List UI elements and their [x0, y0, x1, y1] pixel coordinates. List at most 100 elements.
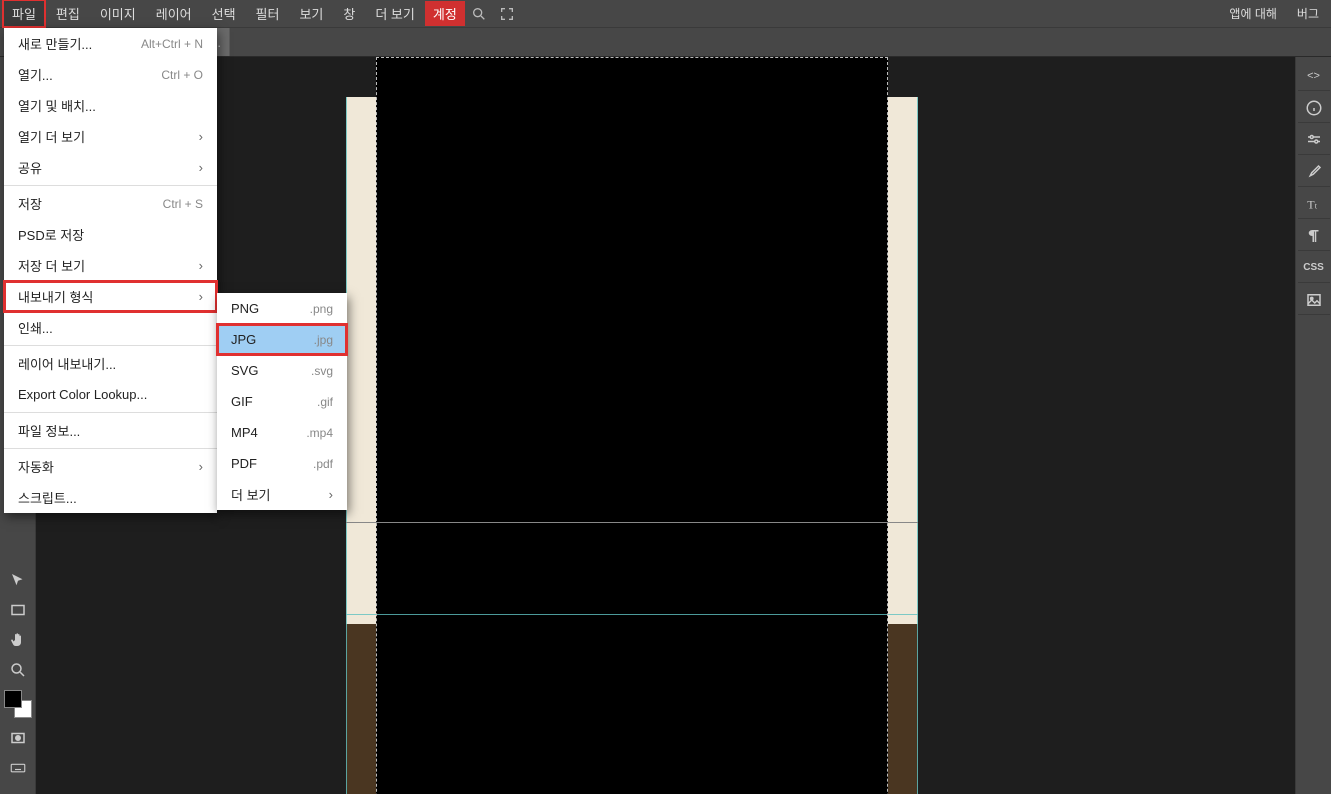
menu-item-save-more[interactable]: 저장 더 보기 › — [4, 250, 217, 281]
menu-item-label: 열기 더 보기 — [18, 127, 85, 146]
hand-tool-icon[interactable] — [2, 626, 34, 654]
zoom-tool-icon[interactable] — [2, 656, 34, 684]
menu-item-file-info[interactable]: 파일 정보... — [4, 415, 217, 446]
type-icon[interactable]: Tt — [1298, 189, 1330, 219]
menu-separator — [4, 345, 217, 346]
sliders-icon[interactable] — [1298, 125, 1330, 155]
menu-separator — [4, 185, 217, 186]
menu-item-label: GIF — [231, 394, 253, 409]
menu-view[interactable]: 보기 — [289, 0, 333, 28]
menu-item-share[interactable]: 공유 › — [4, 152, 217, 183]
menu-separator — [4, 448, 217, 449]
color-swatch[interactable] — [4, 690, 32, 718]
menu-item-label: MP4 — [231, 425, 258, 440]
menu-item-label: PNG — [231, 301, 259, 316]
menu-item-save-psd[interactable]: PSD로 저장 — [4, 219, 217, 250]
menu-separator — [4, 412, 217, 413]
canvas-layer-black — [376, 57, 888, 794]
menu-item-new[interactable]: 새로 만들기... Alt+Ctrl + N — [4, 28, 217, 59]
menu-item-label: 새로 만들기... — [18, 34, 92, 53]
menu-item-label: 인쇄... — [18, 318, 53, 337]
menu-item-ext: .mp4 — [306, 426, 333, 440]
export-png[interactable]: PNG .png — [217, 293, 347, 324]
menubar: 파일 편집 이미지 레이어 선택 필터 보기 창 더 보기 계정 앱에 대해 버… — [0, 0, 1331, 28]
guide-horizontal[interactable] — [346, 614, 918, 615]
menu-item-label: Export Color Lookup... — [18, 387, 147, 402]
quickmask-icon[interactable] — [2, 724, 34, 752]
menu-item-print[interactable]: 인쇄... — [4, 312, 217, 343]
paragraph-icon[interactable] — [1298, 221, 1330, 251]
menu-image[interactable]: 이미지 — [90, 0, 146, 28]
menu-item-open-place[interactable]: 열기 및 배치... — [4, 90, 217, 121]
brush-icon[interactable] — [1298, 157, 1330, 187]
menu-item-ext: .png — [310, 302, 333, 316]
menu-item-automate[interactable]: 자동화 › — [4, 451, 217, 482]
menu-edit[interactable]: 편집 — [46, 0, 90, 28]
export-jpg[interactable]: JPG .jpg — [217, 324, 347, 355]
export-pdf[interactable]: PDF .pdf — [217, 448, 347, 479]
menu-file[interactable]: 파일 — [2, 0, 46, 28]
menu-select[interactable]: 선택 — [202, 0, 246, 28]
menu-item-ext: .gif — [317, 395, 333, 409]
menu-item-open[interactable]: 열기... Ctrl + O — [4, 59, 217, 90]
menu-item-open-more[interactable]: 열기 더 보기 › — [4, 121, 217, 152]
chevron-right-icon: › — [199, 160, 203, 175]
foreground-color-swatch[interactable] — [4, 690, 22, 708]
document-canvas[interactable] — [346, 97, 918, 794]
menu-item-export-as[interactable]: 내보내기 형식 › — [4, 281, 217, 312]
guide-vertical[interactable] — [917, 97, 918, 794]
menu-item-label: PSD로 저장 — [18, 225, 84, 244]
info-icon[interactable] — [1298, 93, 1330, 123]
menu-account[interactable]: 계정 — [425, 1, 465, 26]
menu-item-ext: .svg — [311, 364, 333, 378]
menu-item-label: 저장 — [18, 194, 42, 213]
css-icon[interactable]: CSS — [1298, 253, 1330, 283]
menu-bug[interactable]: 버그 — [1287, 0, 1329, 27]
menu-item-label: 레이어 내보내기... — [18, 354, 116, 373]
image-icon[interactable] — [1298, 285, 1330, 315]
menu-item-label: 파일 정보... — [18, 421, 80, 440]
export-gif[interactable]: GIF .gif — [217, 386, 347, 417]
chevron-right-icon: › — [199, 129, 203, 144]
menu-item-label: 스크립트... — [18, 488, 77, 507]
export-mp4[interactable]: MP4 .mp4 — [217, 417, 347, 448]
menu-item-label: PDF — [231, 456, 257, 471]
chevron-right-icon: › — [199, 459, 203, 474]
chevron-right-icon: › — [329, 487, 333, 502]
chevron-right-icon: › — [199, 258, 203, 273]
menu-item-label: 자동화 — [18, 457, 54, 476]
export-more[interactable]: 더 보기 › — [217, 479, 347, 510]
search-icon[interactable] — [465, 0, 493, 28]
menu-filter[interactable]: 필터 — [246, 0, 290, 28]
menu-window[interactable]: 창 — [333, 0, 365, 28]
marquee-tool-icon[interactable] — [2, 596, 34, 624]
menu-item-label: 내보내기 형식 — [18, 287, 93, 306]
menu-item-ext: .jpg — [314, 333, 333, 347]
menu-item-label: 저장 더 보기 — [18, 256, 85, 275]
export-format-submenu: PNG .png JPG .jpg SVG .svg GIF .gif MP4 … — [217, 293, 347, 510]
menu-more[interactable]: 더 보기 — [365, 0, 425, 28]
menu-item-label: JPG — [231, 332, 256, 347]
keyboard-icon[interactable] — [2, 754, 34, 782]
menu-item-save[interactable]: 저장 Ctrl + S — [4, 188, 217, 219]
export-svg[interactable]: SVG .svg — [217, 355, 347, 386]
menu-about[interactable]: 앱에 대해 — [1219, 0, 1287, 27]
right-toolbar: <> Tt CSS — [1295, 57, 1331, 794]
menu-layer[interactable]: 레이어 — [146, 0, 202, 28]
menu-item-shortcut: Alt+Ctrl + N — [141, 37, 203, 51]
menu-item-export-color-lookup[interactable]: Export Color Lookup... — [4, 379, 217, 410]
menu-item-ext: .pdf — [313, 457, 333, 471]
chevron-right-icon: › — [199, 289, 203, 304]
code-icon[interactable]: <> — [1298, 61, 1330, 91]
menu-item-shortcut: Ctrl + O — [161, 68, 203, 82]
menu-item-label: 열기... — [18, 65, 53, 84]
menu-item-label: 공유 — [18, 158, 42, 177]
file-menu-dropdown: 새로 만들기... Alt+Ctrl + N 열기... Ctrl + O 열기… — [4, 28, 217, 513]
fullscreen-icon[interactable] — [493, 0, 521, 28]
menu-item-label: 더 보기 — [231, 485, 271, 504]
menu-item-label: 열기 및 배치... — [18, 96, 96, 115]
svg-text:t: t — [1314, 201, 1317, 210]
menu-item-layer-export[interactable]: 레이어 내보내기... — [4, 348, 217, 379]
menu-item-scripts[interactable]: 스크립트... — [4, 482, 217, 513]
move-tool-icon[interactable] — [2, 566, 34, 594]
